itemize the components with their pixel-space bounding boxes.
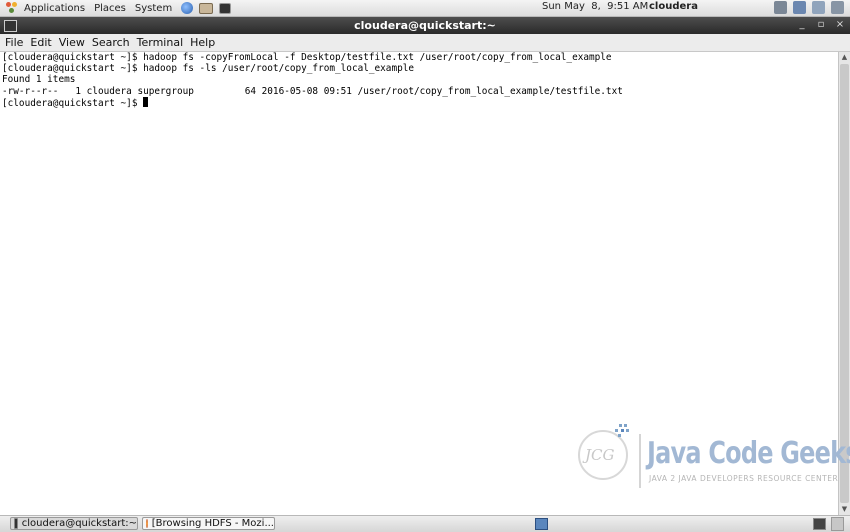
watermark-tagline: JAVA 2 JAVA DEVELOPERS RESOURCE CENTER <box>649 474 839 483</box>
trash-icon[interactable] <box>831 517 844 531</box>
jcg-watermark: JCG Java Code Geeks JAVA 2 JAVA DEVELOPE… <box>575 422 850 492</box>
close-button[interactable]: × <box>834 19 846 30</box>
panel-menu: Applications Places System <box>0 0 232 16</box>
terminal-prompt: [cloudera@quickstart ~]$ <box>2 97 144 109</box>
window-title: cloudera@quickstart:~ <box>354 19 496 32</box>
network-icon[interactable] <box>793 1 806 14</box>
menu-help[interactable]: Help <box>190 36 215 49</box>
mail-icon[interactable] <box>199 2 214 14</box>
taskbar-label: [Browsing HDFS - Mozi... <box>151 518 274 529</box>
maximize-button[interactable]: ▫ <box>815 19 827 30</box>
scroll-down-icon[interactable]: ▼ <box>839 504 850 515</box>
taskbar-label: cloudera@quickstart:~ <box>21 518 137 529</box>
firefox-icon <box>146 519 148 528</box>
menu-edit[interactable]: Edit <box>30 36 51 49</box>
menu-file[interactable]: File <box>5 36 23 49</box>
applications-menu[interactable]: Applications <box>24 3 85 14</box>
user-menu[interactable]: cloudera <box>649 1 698 12</box>
applications-icon[interactable] <box>6 2 18 14</box>
menu-terminal[interactable]: Terminal <box>137 36 184 49</box>
scroll-up-icon[interactable]: ▲ <box>839 52 850 63</box>
terminal-line: [cloudera@quickstart ~]$ hadoop fs -copy… <box>2 52 612 63</box>
volume-icon[interactable] <box>774 1 787 14</box>
sync-icon[interactable] <box>812 1 825 14</box>
terminal-line: -rw-r--r-- 1 cloudera supergroup 64 2016… <box>2 85 623 97</box>
terminal-prompt-line[interactable]: [cloudera@quickstart ~]$ <box>2 96 838 109</box>
workspace-switcher[interactable] <box>535 518 548 530</box>
taskbar-firefox[interactable]: [Browsing HDFS - Mozi... <box>142 517 275 530</box>
show-desktop-icon[interactable] <box>813 518 826 530</box>
bottom-taskbar: cloudera@quickstart:~ [Browsing HDFS - M… <box>0 515 850 532</box>
menubar: File Edit View Search Terminal Help <box>0 34 850 52</box>
system-menu[interactable]: System <box>135 3 172 14</box>
menu-view[interactable]: View <box>59 36 85 49</box>
watermark-divider <box>639 434 641 488</box>
battery-icon[interactable] <box>831 1 844 14</box>
watermark-brand: Java Code Geeks <box>647 436 850 471</box>
browser-icon[interactable] <box>181 2 194 14</box>
places-menu[interactable]: Places <box>94 3 126 14</box>
window-controls: _ ▫ × <box>796 19 846 30</box>
terminal-line: Found 1 items <box>2 74 76 86</box>
clock[interactable]: Sun May 8, 9:51 AM <box>542 1 648 12</box>
window-titlebar[interactable]: cloudera@quickstart:~ _ ▫ × <box>0 17 850 34</box>
system-tray <box>774 1 844 14</box>
menu-search[interactable]: Search <box>92 36 130 49</box>
terminal-line: [cloudera@quickstart ~]$ hadoop fs -ls /… <box>2 63 415 75</box>
top-panel: Applications Places System Sun May 8, 9:… <box>0 0 850 17</box>
text-cursor <box>143 96 149 107</box>
terminal-launcher-icon[interactable] <box>219 2 232 14</box>
taskbar-terminal[interactable]: cloudera@quickstart:~ <box>10 517 138 530</box>
minimize-button[interactable]: _ <box>796 19 808 30</box>
terminal-icon <box>14 518 18 529</box>
jcg-logo-text: JCG <box>585 446 615 464</box>
